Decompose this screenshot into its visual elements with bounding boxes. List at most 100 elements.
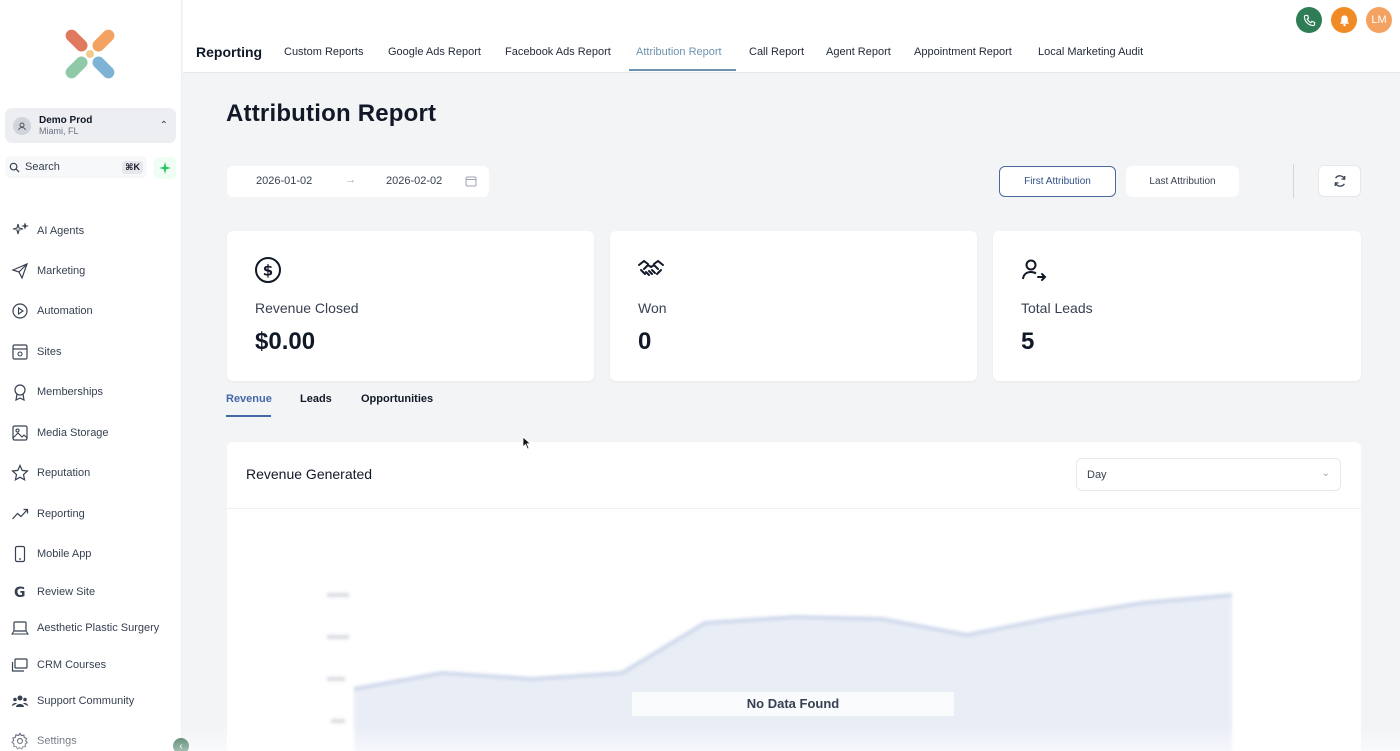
- sidebar-item-reputation[interactable]: Reputation: [9, 460, 90, 486]
- subtab-revenue[interactable]: Revenue: [226, 393, 272, 405]
- sidebar-item-memberships[interactable]: Memberships: [9, 379, 103, 405]
- chevron-updown-icon: ⌃: [159, 120, 168, 131]
- sidebar-item-label: Marketing: [37, 265, 86, 277]
- image-icon: [9, 422, 31, 444]
- award-icon: [9, 381, 31, 403]
- tab-appointment-report[interactable]: Appointment Report: [914, 46, 1012, 58]
- sidebar-item-media-storage[interactable]: Media Storage: [9, 420, 109, 446]
- calendar-icon: [465, 176, 477, 187]
- arrow-right-icon: →: [345, 174, 356, 186]
- sidebar-item-label: CRM Courses: [37, 659, 107, 671]
- sidebar-item-settings[interactable]: Settings: [9, 728, 77, 751]
- subtab-opportunities[interactable]: Opportunities: [361, 393, 433, 405]
- interval-select[interactable]: Day ⌄: [1076, 458, 1341, 491]
- account-name: Demo Prod: [39, 114, 93, 126]
- card-label: Revenue Closed: [255, 300, 359, 316]
- tab-agent-report[interactable]: Agent Report: [826, 46, 891, 58]
- placeholder-gridlines: [327, 593, 349, 723]
- sidebar-item-marketing[interactable]: Marketing: [9, 258, 85, 284]
- browser-icon: [9, 341, 31, 363]
- tab-call-report[interactable]: Call Report: [749, 46, 804, 58]
- section-title: Reporting: [196, 44, 263, 60]
- phone-button[interactable]: [1296, 7, 1322, 33]
- sidebar-item-support-community[interactable]: Support Community: [9, 688, 134, 714]
- chart-title: Revenue Generated: [246, 466, 373, 482]
- laptop-icon: [9, 617, 31, 639]
- sidebar-item-label: AI Agents: [37, 225, 85, 237]
- revenue-chart-card: Revenue Generated Day ⌄ No Data Found: [227, 442, 1361, 751]
- google-icon: G: [9, 581, 31, 603]
- mouse-cursor-icon: [522, 436, 532, 450]
- trend-icon: [9, 503, 31, 525]
- search-label: Search: [25, 161, 60, 173]
- star-icon: [9, 462, 31, 484]
- bell-icon: [1339, 14, 1349, 26]
- sidebar-item-label: Reporting: [37, 508, 85, 520]
- app-logo[interactable]: [56, 20, 124, 88]
- handshake-icon: [638, 259, 664, 276]
- sidebar-item-label: Settings: [37, 735, 77, 747]
- tab-attribution-report[interactable]: Attribution Report: [636, 46, 722, 58]
- account-switcher[interactable]: Demo Prod Miami, FL ⌃: [5, 108, 176, 143]
- card-label: Won: [638, 300, 667, 316]
- account-location: Miami, FL: [39, 125, 79, 136]
- sidebar-item-ai-agents[interactable]: AI Agents: [9, 218, 84, 244]
- card-label: Total Leads: [1021, 300, 1093, 316]
- phone-icon: [1303, 14, 1315, 26]
- sidebar-item-crm-courses[interactable]: CRM Courses: [9, 652, 106, 678]
- courses-icon: [9, 654, 31, 676]
- sidebar-item-label: Sites: [37, 346, 62, 358]
- chevron-down-icon: ⌄: [1321, 468, 1330, 479]
- search-shortcut: ⌘K: [122, 160, 143, 174]
- sidebar-item-sites[interactable]: Sites: [9, 339, 61, 365]
- card-value: 5: [1021, 328, 1035, 355]
- ai-assist-button[interactable]: [154, 157, 176, 179]
- sparkle-icon: [159, 162, 171, 174]
- card-total-leads: Total Leads 5: [993, 231, 1361, 381]
- sidebar-item-label: Reputation: [37, 467, 91, 479]
- svg-text:G: G: [14, 585, 26, 601]
- tab-facebook-ads-report[interactable]: Facebook Ads Report: [505, 46, 611, 58]
- refresh-button[interactable]: [1318, 165, 1361, 197]
- toolbar-divider: [1293, 164, 1294, 198]
- subtab-leads[interactable]: Leads: [300, 393, 332, 405]
- first-attribution-button[interactable]: First Attribution: [999, 166, 1116, 197]
- sidebar-item-reporting[interactable]: Reporting: [9, 501, 85, 527]
- card-value: $0.00: [255, 328, 316, 355]
- sparkles-icon: [9, 220, 31, 242]
- sidebar-item-aesthetic-plastic-surgery[interactable]: Aesthetic Plastic Surgery: [9, 615, 159, 641]
- sidebar-item-label: Memberships: [37, 386, 104, 398]
- sidebar-item-label: Aesthetic Plastic Surgery: [37, 622, 160, 634]
- sidebar-item-label: Support Community: [37, 695, 135, 707]
- top-navigation: Reporting Custom Reports Google Ads Repo…: [183, 0, 1400, 73]
- dollar-circle-icon: $: [255, 257, 281, 283]
- sidebar-item-label: Mobile App: [37, 548, 92, 560]
- interval-value: Day: [1087, 468, 1107, 481]
- date-end[interactable]: 2026-02-02: [386, 175, 442, 187]
- active-tab-indicator: [629, 69, 736, 71]
- users-icon: [9, 690, 31, 712]
- no-data-message: No Data Found: [632, 692, 954, 716]
- user-avatar[interactable]: LM: [1366, 7, 1392, 33]
- sidebar-item-label: Review Site: [37, 586, 96, 598]
- sidebar-item-review-site[interactable]: G Review Site: [9, 579, 95, 605]
- user-arrow-icon: [1022, 259, 1047, 281]
- search-icon: [9, 162, 20, 173]
- sidebar-item-automation[interactable]: Automation: [9, 298, 93, 324]
- sidebar: Demo Prod Miami, FL ⌃ Search ⌘K AI Agent…: [0, 0, 189, 751]
- last-attribution-button[interactable]: Last Attribution: [1126, 166, 1239, 197]
- sidebar-item-mobile-app[interactable]: Mobile App: [9, 541, 91, 567]
- tab-google-ads-report[interactable]: Google Ads Report: [388, 46, 481, 58]
- date-start[interactable]: 2026-01-02: [256, 175, 312, 187]
- date-range-picker[interactable]: 2026-01-02 → 2026-02-02: [227, 166, 489, 197]
- mobile-icon: [9, 543, 31, 565]
- tab-local-marketing-audit[interactable]: Local Marketing Audit: [1038, 46, 1143, 58]
- page-title: Attribution Report: [226, 100, 437, 127]
- sidebar-item-label: Media Storage: [37, 427, 109, 439]
- card-value: 0: [638, 328, 652, 355]
- send-icon: [9, 260, 31, 282]
- notifications-button[interactable]: [1331, 7, 1357, 33]
- search-box[interactable]: Search ⌘K: [5, 156, 147, 178]
- tab-custom-reports[interactable]: Custom Reports: [284, 46, 363, 58]
- collapse-sidebar-button[interactable]: ‹: [173, 738, 189, 751]
